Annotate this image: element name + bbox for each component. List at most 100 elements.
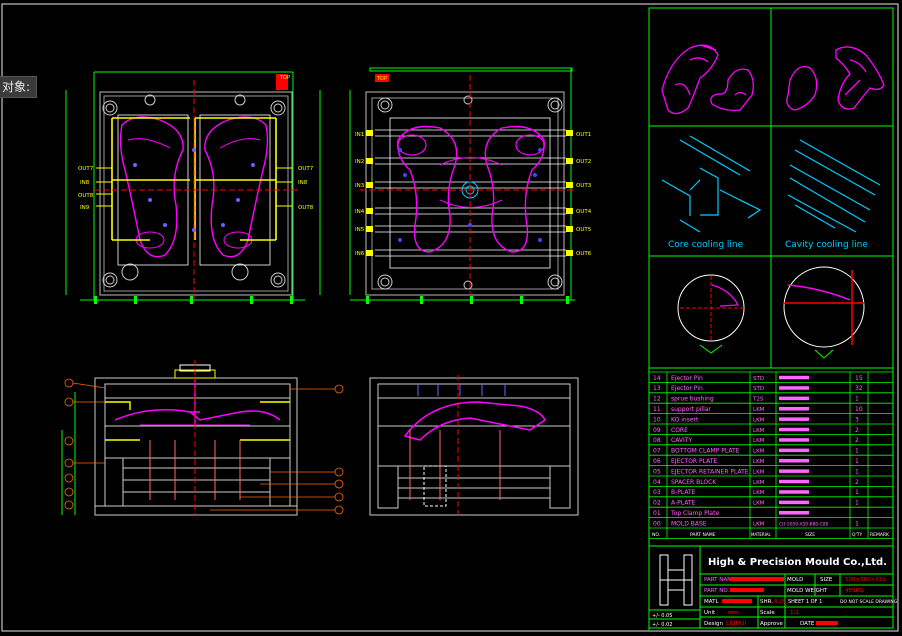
bom-row-qty: 1 xyxy=(855,458,859,465)
svg-text:DO NOT SCALE DRAWING: DO NOT SCALE DRAWING xyxy=(840,599,898,605)
bom-row-qty: 15 xyxy=(855,375,863,382)
bom-row-qty: 32 xyxy=(855,385,863,392)
detail-view-2 xyxy=(783,266,865,359)
bom-row-material: STD xyxy=(753,376,764,382)
bom-row-no: 09 xyxy=(653,427,661,434)
bom-row-size xyxy=(779,407,809,411)
bom-header-no: NO. xyxy=(652,532,660,538)
bom-row-name: CAVITY xyxy=(671,437,692,444)
bom-row-name: CORE xyxy=(671,427,688,434)
bom-row-name: sprue bushing xyxy=(671,396,714,403)
svg-text:LIUHUI: LIUHUI xyxy=(726,620,746,627)
bom-row-qty: 1 xyxy=(855,489,859,496)
bom-row-no: 08 xyxy=(653,437,661,444)
svg-text:+/- 0.05: +/- 0.05 xyxy=(652,613,672,619)
svg-text:IN6: IN6 xyxy=(355,251,365,257)
svg-text:Unit: Unit xyxy=(704,610,716,616)
bom-row-name: KO insert xyxy=(671,416,699,423)
bom-row-name: SPACER BLOCK xyxy=(671,479,717,486)
bom-row-no: 14 xyxy=(653,375,661,382)
bom-row-material: LKM xyxy=(753,490,765,496)
bill-of-materials: 14 Ejector Pin STD 1513 Ejector Pin STD 3212 sp… xyxy=(648,371,894,539)
svg-text:SHR.: SHR. xyxy=(760,599,773,605)
cavity-cooling-line-diagram xyxy=(787,139,881,233)
bom-row-material: LKM xyxy=(753,459,765,465)
svg-text:IN8: IN8 xyxy=(298,180,308,186)
bom-row-name: EJECTOR RETAINER PLATE xyxy=(671,468,749,475)
bom-header-name: PART NAME xyxy=(690,532,716,538)
svg-text:SHEET 1 OF 1: SHEET 1 OF 1 xyxy=(788,599,822,605)
bom-row-material: LKM xyxy=(753,469,765,475)
bom-row-material: LKM xyxy=(753,417,765,423)
bom-row-qty: 1 xyxy=(855,520,859,527)
bom-row-material: T2S xyxy=(752,397,764,403)
bom-row-name: Top Clamp Plate xyxy=(670,510,719,517)
svg-text:0.05: 0.05 xyxy=(774,599,787,605)
bom-row-material: LKM xyxy=(753,501,765,507)
company-name: High & Precision Mould Co.,Ltd. xyxy=(708,557,887,568)
bom-row-size xyxy=(779,448,809,453)
bom-header-size: SIZE xyxy=(805,532,815,538)
svg-text:+/- 0.02: +/- 0.02 xyxy=(652,622,672,628)
bom-row-size xyxy=(779,479,809,484)
part-isometric-view-2 xyxy=(786,46,885,111)
bom-row-size xyxy=(779,417,809,421)
bom-row-no: 12 xyxy=(653,396,661,403)
bom-row-name: Ejector Pin xyxy=(671,375,703,382)
svg-text:IN8: IN8 xyxy=(80,180,90,186)
svg-text:MOLD WEIGHT: MOLD WEIGHT xyxy=(787,588,828,594)
svg-text:Approve: Approve xyxy=(760,621,784,627)
bom-row-qty: 1 xyxy=(855,468,859,475)
bom-row-size xyxy=(779,375,809,380)
cad-drawing-canvas[interactable]: TOP OUT7 IN8 OUT8 IN9 OUT7 IN8 OUT8 TOP … xyxy=(0,0,902,636)
title-block: High & Precision Mould Co.,Ltd. PART NAM… xyxy=(648,545,898,629)
bom-row-size: CH-5050-A50-B80-C80 xyxy=(779,521,829,527)
svg-text:DATE: DATE xyxy=(800,621,815,627)
bom-row-no: 00 xyxy=(653,520,661,527)
bom-row-name: MOLD BASE xyxy=(671,520,707,527)
svg-text:OUT6: OUT6 xyxy=(576,251,592,257)
bom-row-size xyxy=(779,427,809,432)
core-plan-view: TOP OUT7 IN8 OUT8 IN9 OUT7 IN8 OUT8 xyxy=(65,71,321,304)
bom-row-no: 05 xyxy=(653,468,661,475)
svg-text:OUT1: OUT1 xyxy=(576,132,591,138)
bom-row-no: 02 xyxy=(653,500,661,507)
svg-text:MATL: MATL xyxy=(704,599,719,605)
bom-row-size xyxy=(779,396,809,401)
svg-text:OUT5: OUT5 xyxy=(576,227,592,233)
bom-row-material: LKM xyxy=(753,438,765,444)
bom-row-size xyxy=(779,469,809,473)
bom-row-size xyxy=(779,490,809,494)
svg-text:IN9: IN9 xyxy=(80,205,90,211)
bom-row-name: EJECTOR PLATE xyxy=(671,458,717,465)
bom-row-name: B-PLATE xyxy=(671,489,696,496)
svg-text:IN4: IN4 xyxy=(355,209,365,215)
bom-row-no: 01 xyxy=(653,510,661,517)
bom-row-no: 13 xyxy=(653,385,661,392)
svg-text:OUT7: OUT7 xyxy=(298,166,314,172)
svg-text:OUT3: OUT3 xyxy=(576,183,592,189)
bom-row-no: 07 xyxy=(653,448,661,455)
bom-row-name: Ejector Pin xyxy=(671,385,703,392)
bom-row-size xyxy=(779,438,809,442)
bom-row-size xyxy=(779,459,809,463)
section-view-a xyxy=(61,360,344,516)
svg-text:IN1: IN1 xyxy=(355,132,364,138)
svg-text:Scale: Scale xyxy=(760,610,775,616)
svg-text:mm: mm xyxy=(728,610,739,616)
bom-row-qty: 3 xyxy=(855,416,859,423)
core-cooling-line-diagram xyxy=(661,135,762,233)
bom-row-name: A-PLATE xyxy=(671,500,696,507)
bom-row-qty: 1 xyxy=(855,396,859,403)
core-cooling-caption: Core cooling line xyxy=(668,240,744,250)
bom-header-material: MATERIAL xyxy=(751,532,772,537)
bom-row-name: support pillar xyxy=(671,406,711,413)
svg-text:IN3: IN3 xyxy=(355,183,365,189)
svg-text:MOLD: MOLD xyxy=(787,577,803,583)
bom-row-no: 06 xyxy=(653,458,661,465)
svg-text:OUT8: OUT8 xyxy=(78,193,94,199)
object-tooltip: 对象: xyxy=(0,76,38,98)
cavity-plan-view: TOP IN1 IN2 IN3 IN4 IN5 IN6 OUT1 OUT2 OU… xyxy=(349,67,592,304)
bom-header-remark: REMARK xyxy=(870,532,890,538)
svg-text:SIZE: SIZE xyxy=(820,577,833,583)
